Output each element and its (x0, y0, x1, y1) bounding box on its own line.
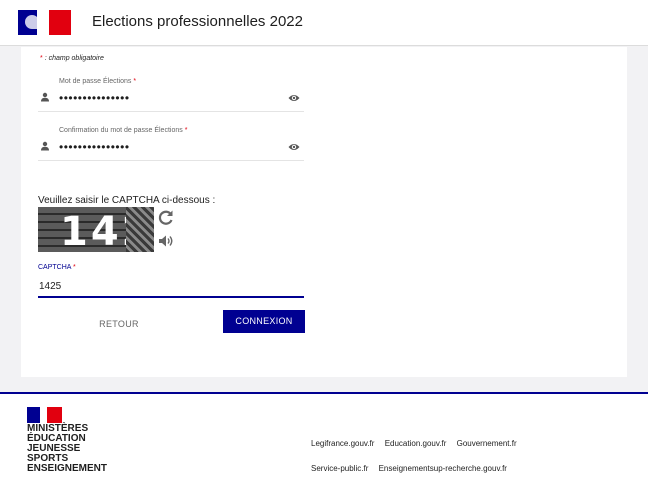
password-label: Mot de passe Élections (59, 78, 132, 85)
ministries-block: MINISTÈRES ÉDUCATION JEUNESSE SPORTS ENS… (27, 423, 108, 474)
password-field[interactable]: Mot de passe Élections * ••••••••••••••• (38, 78, 304, 112)
gouvernement-link[interactable]: Gouvernement.fr (457, 439, 517, 448)
person-icon (41, 92, 49, 102)
legifrance-link[interactable]: Legifrance.gouv.fr (311, 439, 374, 448)
connect-button[interactable]: CONNEXION (223, 310, 305, 333)
marianne-logo (18, 10, 71, 35)
education-link[interactable]: Education.gouv.fr (385, 439, 447, 448)
captcha-title: Veuillez saisir le CAPTCHA ci-dessous : (38, 195, 216, 206)
person-icon (41, 141, 49, 151)
refresh-icon[interactable] (157, 209, 174, 226)
app-header: Elections professionnelles 2022 (0, 0, 648, 46)
captcha-image: 1425 (38, 207, 154, 252)
app-title: Elections professionnelles 2022 (92, 13, 303, 30)
required-note: * : champ obligatoire (40, 55, 104, 62)
password-input[interactable]: ••••••••••••••• (59, 91, 130, 105)
republic-logo (27, 407, 62, 423)
confirm-password-input[interactable]: ••••••••••••••• (59, 140, 130, 154)
footer-links-row-1: Legifrance.gouv.fr Education.gouv.fr Gou… (311, 439, 525, 448)
captcha-input[interactable] (38, 276, 304, 298)
service-public-link[interactable]: Service-public.fr (311, 464, 368, 473)
speaker-icon[interactable] (158, 234, 174, 248)
eye-icon[interactable] (288, 142, 300, 152)
captcha-label: CAPTCHA (38, 264, 72, 271)
back-button[interactable]: RETOUR (84, 314, 154, 334)
enseignementsup-link[interactable]: Enseignementsup-recherche.gouv.fr (379, 464, 507, 473)
footer-links-row-2: Service-public.fr Enseignementsup-recher… (311, 464, 515, 473)
eye-icon[interactable] (288, 93, 300, 103)
confirm-password-label: Confirmation du mot de passe Élections (59, 127, 183, 134)
confirm-password-field[interactable]: Confirmation du mot de passe Élections *… (38, 127, 304, 161)
footer: MINISTÈRES ÉDUCATION JEUNESSE SPORTS ENS… (0, 392, 648, 479)
